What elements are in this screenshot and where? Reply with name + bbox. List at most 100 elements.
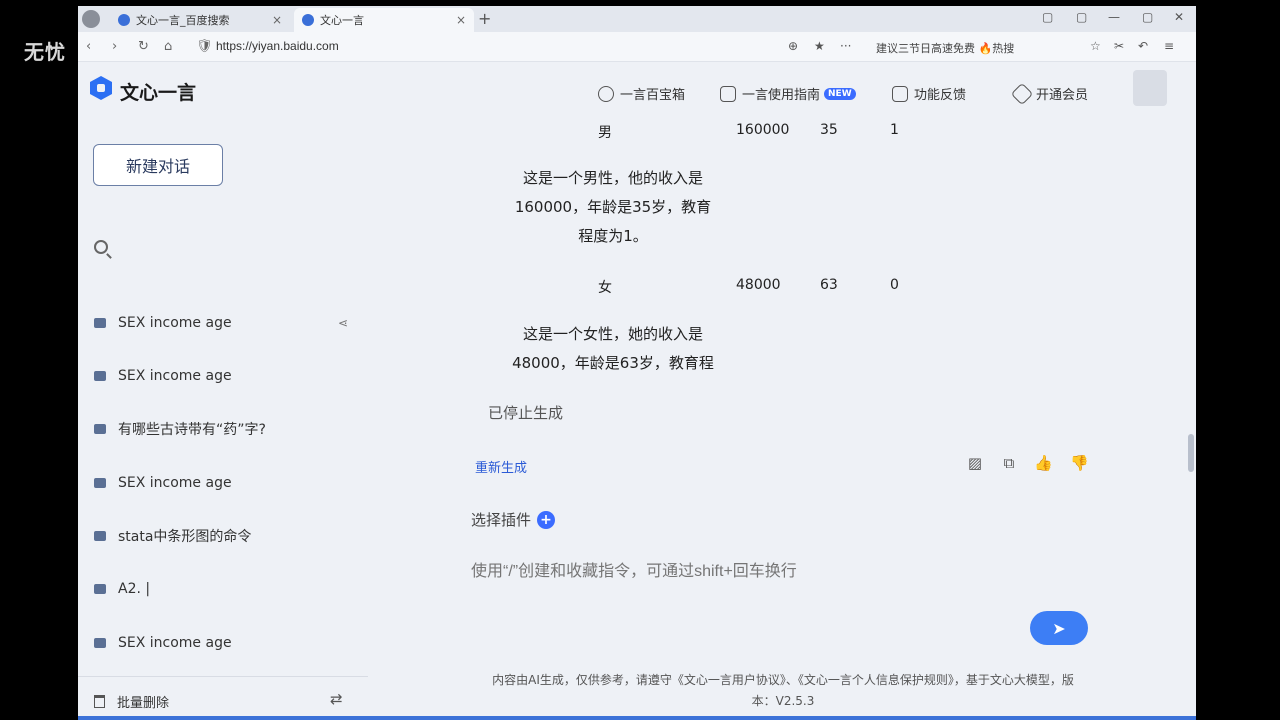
- guide-link[interactable]: 一言使用指南 NEW: [720, 84, 856, 103]
- history-label: A2. |: [118, 581, 151, 597]
- baidu-favicon-icon: [118, 14, 130, 26]
- new-tab-button[interactable]: +: [478, 9, 491, 28]
- tab-close-icon[interactable]: ×: [456, 13, 466, 27]
- sidebar-divider: [78, 676, 368, 677]
- history-item[interactable]: SEX income age: [94, 472, 354, 494]
- answer-paragraph: 这是一个男性，他的收入是 160000，年龄是35岁，教育 程度为1。: [498, 164, 728, 251]
- maximize-icon[interactable]: ▢: [1142, 10, 1153, 24]
- bulk-delete-button[interactable]: 批量删除: [94, 692, 169, 711]
- chat-icon: [94, 424, 106, 434]
- swap-icon[interactable]: ⇄: [330, 690, 343, 708]
- chat-icon: [94, 584, 106, 594]
- table-cell-edu: 0: [890, 277, 899, 293]
- chat-icon: [94, 478, 106, 488]
- membership-label: 开通会员: [1036, 88, 1089, 103]
- history-item[interactable]: A2. |: [94, 578, 354, 600]
- thumbs-down-icon[interactable]: 👎: [1070, 454, 1089, 472]
- history-label: stata中条形图的命令: [118, 529, 252, 545]
- sidebar: 新建对话 SEX income age ⋖ SEX income age 有哪些…: [78, 114, 368, 720]
- window-icon[interactable]: ▢: [1042, 10, 1053, 24]
- feedback-label: 功能反馈: [914, 88, 967, 103]
- new-chat-button[interactable]: 新建对话: [93, 144, 223, 186]
- minimize-icon[interactable]: —: [1108, 10, 1120, 24]
- wenxin-favicon-icon: [302, 14, 314, 26]
- hot-search-suggestion[interactable]: 建议三节日高速免费 🔥热搜: [876, 40, 1014, 56]
- more-icon[interactable]: ···: [840, 39, 851, 53]
- answer-line: 这是一个男性，他的收入是: [522, 169, 703, 187]
- image-icon[interactable]: ▨: [966, 454, 984, 472]
- tab-baidu-search[interactable]: 文心一言_百度搜索 ×: [110, 8, 290, 32]
- back-icon[interactable]: ‹: [86, 39, 91, 54]
- send-button[interactable]: ➤: [1030, 611, 1088, 645]
- feedback-link[interactable]: 功能反馈: [892, 84, 966, 103]
- plugin-selector[interactable]: 选择插件 +: [471, 509, 556, 530]
- chat-icon: [94, 318, 106, 328]
- history-item[interactable]: SEX income age ⋖: [94, 312, 354, 334]
- history-item[interactable]: 有哪些古诗带有“药”字?: [94, 418, 354, 440]
- copy-icon[interactable]: ⧉: [1000, 454, 1018, 472]
- trash-icon: [94, 695, 105, 708]
- diamond-icon: [1010, 82, 1034, 105]
- zoom-icon[interactable]: ⊕: [788, 39, 798, 53]
- menu-icon[interactable]: ≡: [1164, 39, 1174, 53]
- tab-label: 文心一言: [320, 14, 364, 27]
- tab-label: 文心一言_百度搜索: [136, 14, 230, 27]
- taskbar-strip: [78, 716, 1196, 720]
- app-logo-text: 文心一言: [120, 82, 197, 104]
- forward-icon[interactable]: ›: [112, 39, 117, 54]
- scissors-icon[interactable]: ✂: [1114, 39, 1124, 53]
- disclaimer-line: 本：V2.5.3: [751, 694, 815, 708]
- lightbulb-icon: [598, 85, 614, 102]
- tab-wenxin[interactable]: 文心一言 ×: [294, 8, 474, 32]
- search-input[interactable]: [118, 236, 318, 258]
- bookmark-star-icon[interactable]: ★: [814, 39, 825, 53]
- table-cell-sex: 女: [598, 280, 612, 296]
- history-label: 有哪些古诗带有“药”字?: [118, 422, 266, 438]
- screen: 无忧 文心一言_百度搜索 × 文心一言 × + ▢ ▢ — ▢ ✕ ‹ › ↻ …: [0, 0, 1280, 720]
- toolbox-link[interactable]: 一言百宝箱: [598, 84, 685, 103]
- table-cell-edu: 1: [890, 122, 899, 138]
- answer-line: 48000，年龄是63岁，教育程: [512, 354, 714, 372]
- chat-icon: [94, 531, 106, 541]
- watermark-text: 无忧: [24, 40, 66, 64]
- answer-line: 程度为1。: [578, 227, 648, 245]
- plus-icon[interactable]: +: [537, 510, 556, 529]
- history-label: SEX income age: [118, 368, 232, 384]
- profile-icon[interactable]: [82, 10, 100, 28]
- toolbox-label: 一言百宝箱: [620, 88, 686, 103]
- answer-line: 这是一个女性，她的收入是: [522, 325, 703, 343]
- mail-icon: [892, 85, 908, 102]
- share-icon[interactable]: ⋖: [338, 316, 348, 330]
- window-icon[interactable]: ▢: [1076, 10, 1087, 24]
- prompt-input[interactable]: [471, 560, 1031, 584]
- url-field[interactable]: https://yiyan.baidu.com: [216, 39, 339, 53]
- chat-icon: [94, 371, 106, 381]
- home-icon[interactable]: ⌂: [164, 39, 172, 54]
- lock-icon: 🛡: [196, 39, 213, 54]
- plugin-label: 选择插件: [471, 511, 532, 529]
- reload-icon[interactable]: ↻: [138, 39, 149, 54]
- chat-icon: [94, 638, 106, 648]
- disclaimer-text: 内容由AI生成，仅供参考，请遵守《文心一言用户协议》、《文心一言个人信息保护规则…: [458, 670, 1108, 712]
- tab-close-icon[interactable]: ×: [272, 13, 282, 27]
- table-cell-income: 160000: [736, 122, 790, 138]
- undo-icon[interactable]: ↶: [1138, 39, 1148, 53]
- history-item[interactable]: SEX income age: [94, 632, 354, 654]
- scrollbar[interactable]: [1188, 434, 1194, 472]
- history-item[interactable]: SEX income age: [94, 365, 354, 387]
- generation-stopped-text: 已停止生成: [488, 404, 564, 422]
- regenerate-button[interactable]: 重新生成: [475, 457, 527, 476]
- avatar[interactable]: [1133, 70, 1167, 106]
- close-window-icon[interactable]: ✕: [1174, 10, 1184, 24]
- main-chat-area: 男 160000 35 1 这是一个男性，他的收入是 160000，年龄是35岁…: [368, 114, 1196, 720]
- membership-link[interactable]: 开通会员: [1010, 82, 1089, 105]
- guide-label: 一言使用指南: [742, 88, 821, 103]
- history-label: SEX income age: [118, 635, 232, 651]
- browser-window: 文心一言_百度搜索 × 文心一言 × + ▢ ▢ — ▢ ✕ ‹ › ↻ ⌂ 🛡…: [78, 6, 1196, 720]
- bulk-delete-label: 批量删除: [117, 696, 170, 711]
- app-header: 文心一言 一言百宝箱 一言使用指南 NEW 功能反馈 开通会员: [78, 62, 1196, 114]
- favorites-icon[interactable]: ☆: [1090, 39, 1101, 53]
- history-label: SEX income age: [118, 315, 232, 331]
- history-item[interactable]: stata中条形图的命令: [94, 525, 354, 547]
- thumbs-up-icon[interactable]: 👍: [1034, 454, 1053, 472]
